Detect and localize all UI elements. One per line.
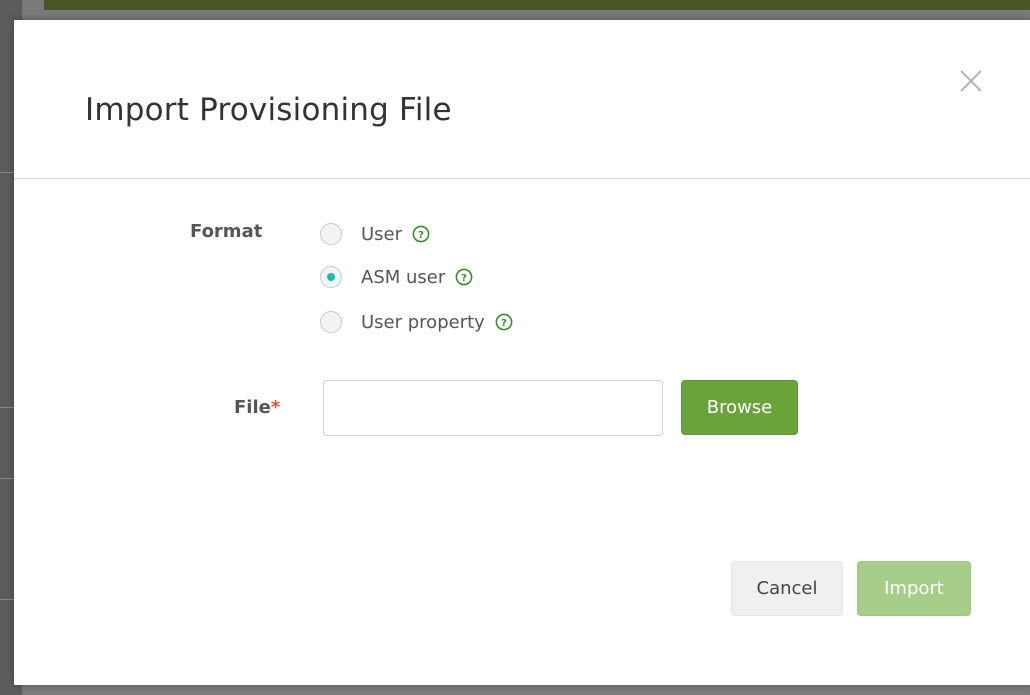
- radio-button-selected[interactable]: [320, 266, 342, 288]
- close-icon[interactable]: [956, 66, 986, 96]
- file-label-text: File: [234, 397, 271, 418]
- svg-text:?: ?: [461, 273, 467, 284]
- svg-text:?: ?: [418, 230, 424, 241]
- radio-button[interactable]: [320, 223, 342, 245]
- required-marker: *: [270, 397, 281, 418]
- file-label: File*: [234, 397, 280, 418]
- radio-label: User: [361, 223, 403, 245]
- format-option-user-property[interactable]: User property ?: [320, 307, 513, 337]
- background-divider: [0, 478, 14, 479]
- help-circle-icon[interactable]: ?: [455, 268, 473, 286]
- import-provisioning-dialog: Import Provisioning File Format User ? A…: [14, 20, 1030, 685]
- help-circle-icon[interactable]: ?: [495, 313, 513, 331]
- background-divider: [0, 172, 14, 173]
- format-label: Format: [190, 221, 263, 242]
- format-option-asm-user[interactable]: ASM user ?: [320, 262, 473, 292]
- radio-button[interactable]: [320, 311, 342, 333]
- radio-label: User property: [361, 311, 485, 333]
- background-divider: [0, 599, 14, 600]
- radio-label: ASM user: [361, 266, 446, 288]
- background-header-bar: [44, 0, 1030, 10]
- file-input[interactable]: [323, 380, 663, 436]
- help-circle-icon[interactable]: ?: [412, 225, 430, 243]
- import-button[interactable]: Import: [857, 561, 971, 616]
- cancel-button[interactable]: Cancel: [731, 561, 843, 616]
- browse-button[interactable]: Browse: [681, 380, 798, 435]
- dialog-header: Import Provisioning File: [14, 20, 1030, 179]
- background-divider: [0, 407, 14, 408]
- format-option-user[interactable]: User ?: [320, 219, 430, 249]
- dialog-title: Import Provisioning File: [85, 92, 452, 128]
- svg-text:?: ?: [501, 318, 507, 329]
